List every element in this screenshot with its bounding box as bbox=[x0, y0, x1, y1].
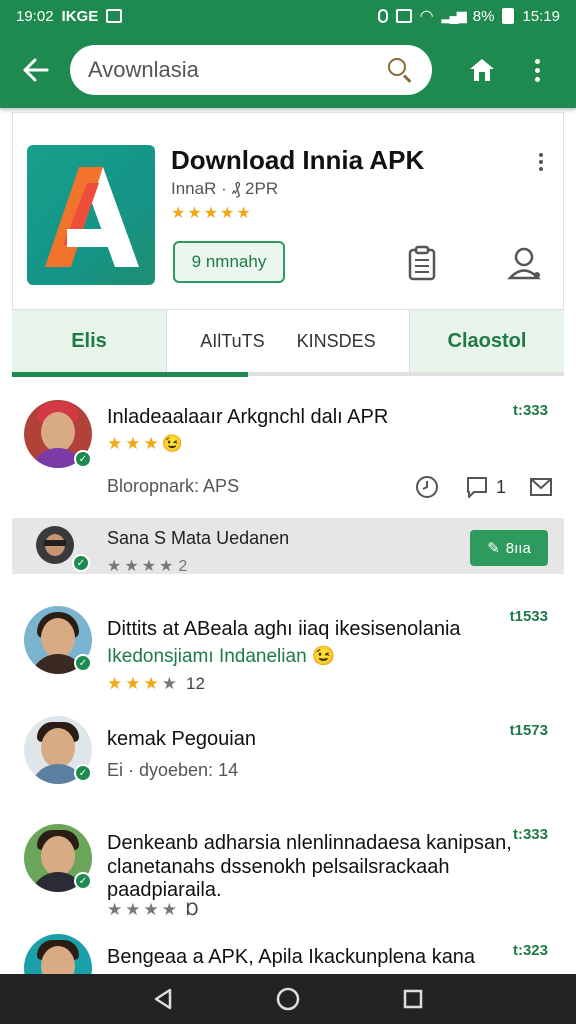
review-subtitle: Ikedonsjiamı Indanelian 😉 bbox=[107, 646, 336, 667]
review-title-line2: clanetanahs dssenokh pelsailsrackaah paa… bbox=[107, 856, 450, 901]
verified-icon: ✓ bbox=[72, 554, 90, 572]
highlight-action-button[interactable]: ✎ 8ııa bbox=[470, 530, 548, 566]
review-price: t:333 bbox=[512, 826, 548, 843]
bluetooth-icon bbox=[377, 9, 388, 23]
back-arrow-icon[interactable] bbox=[12, 46, 60, 94]
status-time: 19:02 bbox=[16, 7, 54, 25]
highlight-title: Sana S Mata Uedanen bbox=[107, 528, 290, 548]
nav-home-icon[interactable] bbox=[273, 984, 303, 1014]
review-title: Inladeaalaaır Arkgnchl dalı APR bbox=[107, 406, 389, 428]
search-icon[interactable] bbox=[386, 56, 414, 84]
review-title: Dittits at ABeala aghı iiaq ikesisenolan… bbox=[107, 618, 461, 640]
nfc-icon bbox=[395, 9, 412, 23]
review-title: Bengeaa a APK, Apila Ikackunplena kana bbox=[107, 946, 476, 968]
mail-icon[interactable] bbox=[528, 474, 554, 500]
status-clock: 15:19 bbox=[522, 7, 560, 25]
image-icon bbox=[106, 9, 123, 23]
battery-icon bbox=[502, 8, 515, 24]
home-icon[interactable] bbox=[462, 50, 502, 90]
system-nav-bar bbox=[0, 974, 576, 1024]
review-price: t:333 bbox=[512, 402, 548, 419]
verified-icon: ✓ bbox=[74, 872, 92, 890]
review-stars: ★★★😉 bbox=[107, 434, 186, 453]
app-rating-stars: ★★★★★ bbox=[171, 205, 253, 222]
review-actions: 1 bbox=[414, 474, 554, 500]
app-bar bbox=[0, 32, 576, 108]
review-price: t1533 bbox=[509, 608, 548, 625]
list-item[interactable]: ✓ kemak Pegouian Ei · dyoeben: 14 t1573 bbox=[12, 704, 564, 804]
search-input[interactable] bbox=[88, 57, 368, 83]
clipboard-icon[interactable] bbox=[407, 245, 437, 281]
comment-count: 1 bbox=[496, 476, 507, 497]
tab-kinsdes[interactable]: KINSDES bbox=[297, 331, 376, 352]
highlight-stars: ★★★★ 2 bbox=[107, 558, 188, 575]
tab-bar: Elis AIlTuTS KINSDES Claostol bbox=[12, 310, 564, 376]
tab-altuts[interactable]: AIlTuTS bbox=[200, 331, 264, 352]
status-label: IKGE bbox=[61, 7, 99, 25]
verified-icon: ✓ bbox=[74, 764, 92, 782]
app-meta: InnaR · ₰ 2PR bbox=[171, 179, 279, 198]
clock-icon[interactable] bbox=[414, 474, 440, 500]
verified-icon: ✓ bbox=[74, 654, 92, 672]
app-card: Download Innia APK InnaR · ₰ 2PR ★★★★★ 9… bbox=[12, 112, 564, 310]
signal-icon: ▂▄▆ bbox=[441, 8, 467, 23]
status-bar: 19:02 IKGE ◠ ▂▄▆ 8% 15:19 bbox=[0, 0, 576, 32]
review-title: kemak Pegouian bbox=[107, 728, 256, 750]
battery-level: 8% bbox=[472, 7, 495, 25]
review-stars: ★★★★ Ɒ bbox=[107, 900, 200, 919]
review-stars: ★★★★ 12 bbox=[107, 674, 205, 693]
review-meta: Ei · dyoeben: 14 bbox=[107, 760, 239, 780]
avatar bbox=[24, 934, 92, 974]
card-more-icon[interactable] bbox=[539, 153, 543, 171]
wifi-icon: ◠ bbox=[419, 8, 434, 25]
tab-group-middle: AIlTuTS KINSDES bbox=[166, 310, 410, 372]
review-price: t1573 bbox=[509, 722, 548, 739]
highlight-row[interactable]: ✓ Sana S Mata Uedanen ★★★★ 2 ✎ 8ııa bbox=[12, 518, 564, 575]
review-title: Denkeanb adharsia nlenlinnadaesa kanipsa… bbox=[107, 832, 512, 854]
edit-icon: ✎ bbox=[487, 540, 500, 557]
emoji-icon: 😉 bbox=[161, 434, 186, 453]
review-price: t:323 bbox=[512, 942, 548, 959]
verified-icon: ✓ bbox=[74, 450, 92, 468]
avatar bbox=[36, 526, 74, 564]
list-item[interactable]: ✓ Denkeanb adharsia nlenlinnadaesa kanip… bbox=[12, 812, 564, 932]
tab-elis[interactable]: Elis bbox=[12, 310, 166, 372]
user-profile-icon[interactable] bbox=[507, 245, 543, 281]
app-title: Download Innia APK bbox=[171, 145, 425, 175]
review-meta: Bloropnark: APS bbox=[107, 476, 240, 496]
tab-claostol[interactable]: Claostol bbox=[410, 310, 564, 372]
search-bar[interactable] bbox=[70, 45, 432, 95]
list-item[interactable]: ✓ Dittits at ABeala aghı iiaq ikesisenol… bbox=[12, 590, 564, 700]
list-item[interactable]: Bengeaa a APK, Apila Ikackunplena kana t… bbox=[12, 932, 564, 974]
nav-back-icon[interactable] bbox=[148, 984, 178, 1014]
nav-recents-icon[interactable] bbox=[398, 984, 428, 1014]
comment-icon[interactable] bbox=[464, 474, 490, 500]
more-options-icon[interactable] bbox=[522, 50, 552, 90]
install-button[interactable]: 9 nmnahy bbox=[173, 241, 285, 283]
app-logo-icon bbox=[27, 145, 155, 285]
tab-indicator bbox=[12, 372, 248, 377]
